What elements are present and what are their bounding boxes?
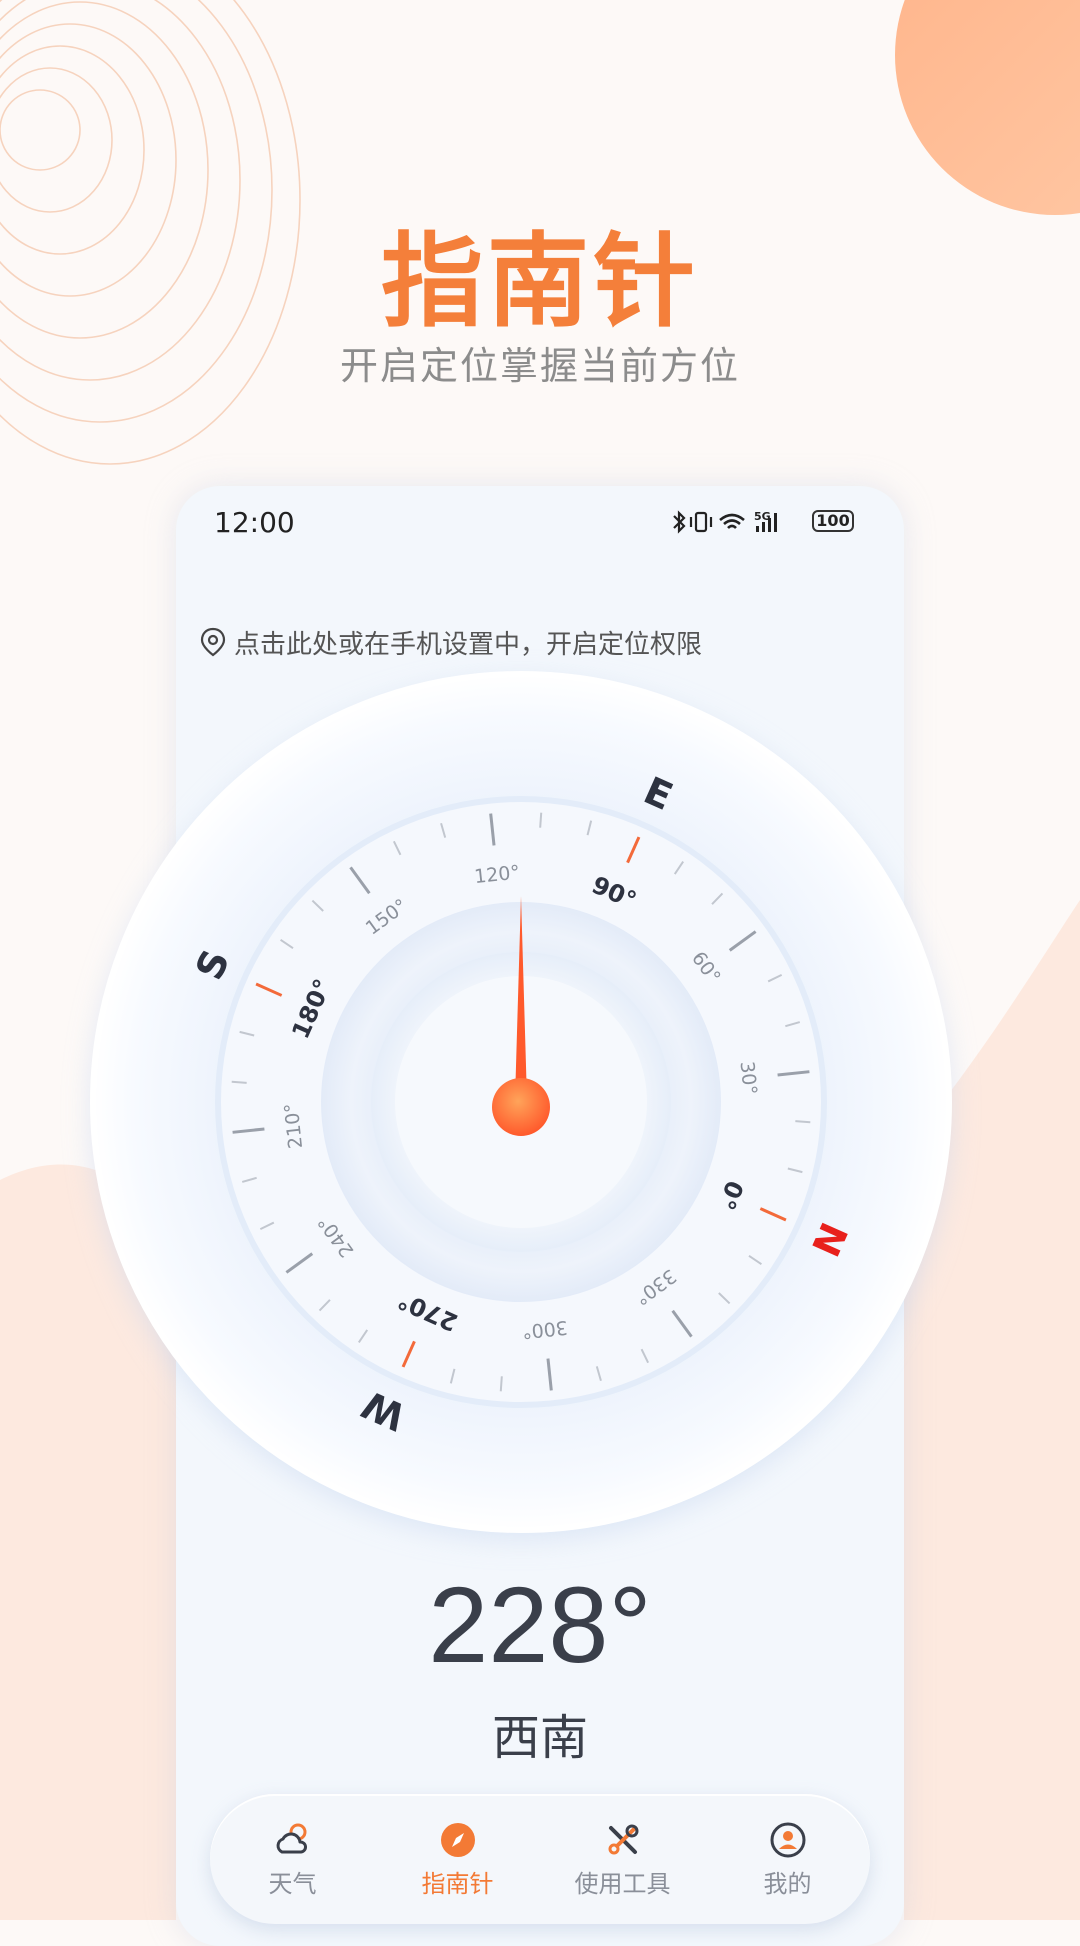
needle-hub <box>492 1078 550 1136</box>
compass-icon <box>440 1822 475 1857</box>
tab-weather-label: 天气 <box>268 1869 317 1898</box>
tab-profile[interactable]: 我的 <box>705 1794 870 1924</box>
bottom-tab-bar: 天气 指南针 使用工具 我的 <box>210 1794 870 1924</box>
weather-icon <box>276 1823 307 1853</box>
heading-degree: 228° <box>428 1564 652 1685</box>
tab-tools[interactable]: 使用工具 <box>540 1794 705 1924</box>
tab-profile-label: 我的 <box>763 1869 812 1898</box>
tab-tools-label: 使用工具 <box>574 1869 671 1898</box>
tools-icon <box>608 1824 638 1854</box>
tab-weather[interactable]: 天气 <box>210 1794 375 1924</box>
compass-tick <box>795 1120 811 1124</box>
tab-compass[interactable]: 指南针 <box>375 1794 540 1924</box>
tab-compass-label: 指南针 <box>421 1869 494 1898</box>
compass-tick <box>499 1376 503 1392</box>
compass-tick <box>231 1080 247 1084</box>
compass-tick <box>539 812 543 828</box>
profile-icon <box>770 1822 805 1857</box>
heading-direction: 西南 <box>491 1710 588 1766</box>
degree-label: 30° <box>736 1060 761 1096</box>
